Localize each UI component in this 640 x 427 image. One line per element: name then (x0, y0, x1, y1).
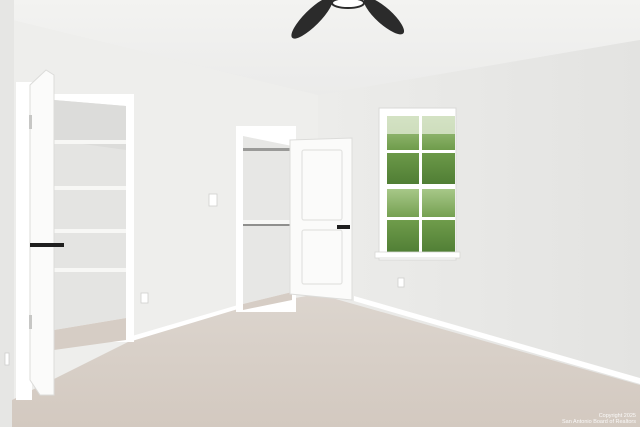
walkin-rod-lower (243, 224, 291, 226)
left-door-hinge-bottom (29, 315, 32, 329)
left-door-hinge-top (29, 115, 32, 129)
left-door-handle[interactable] (30, 243, 64, 247)
walkin-door-handle[interactable] (337, 225, 350, 229)
room-photo: Copyright 2025 San Antonio Board of Real… (0, 0, 640, 427)
fan-light-globe (331, 0, 365, 9)
room-illustration (0, 0, 640, 427)
closet-shelf-3 (54, 229, 126, 233)
walkin-rod-upper (243, 148, 291, 151)
outlet-left (140, 292, 149, 304)
closet-shelf-2 (54, 186, 126, 190)
window-sill (374, 251, 461, 259)
walkin-open-door[interactable] (289, 137, 353, 301)
outlet-far-left (4, 352, 10, 366)
closet-shelf-1 (54, 140, 126, 144)
walkin-shelf-lower (243, 220, 291, 224)
window-muntin-h1 (387, 150, 455, 153)
window-muntin-h2 (387, 217, 455, 220)
light-switch[interactable] (208, 193, 218, 207)
left-open-door[interactable] (29, 69, 55, 396)
closet-shelf-4 (54, 268, 126, 272)
watermark-line-2: San Antonio Board of Realtors (562, 419, 636, 425)
outlet-right (397, 277, 405, 288)
photo-watermark: Copyright 2025 San Antonio Board of Real… (562, 413, 636, 425)
window-meeting-rail (387, 184, 455, 189)
